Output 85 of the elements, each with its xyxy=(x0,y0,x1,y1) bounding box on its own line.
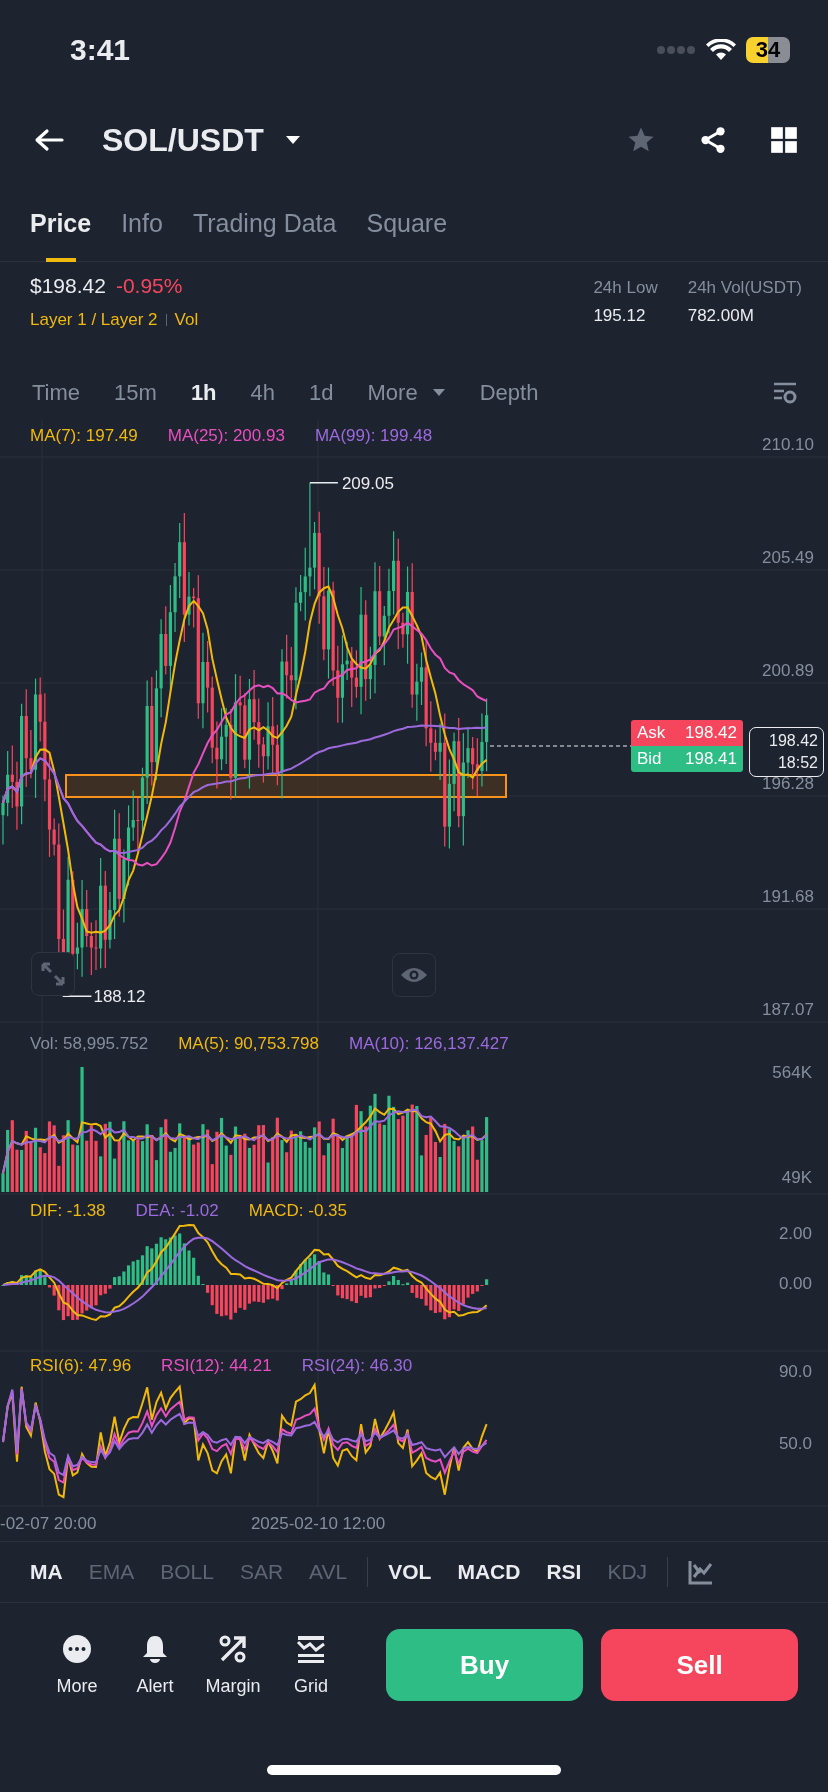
high-price-label: 209.05 xyxy=(341,473,394,493)
expand-button[interactable] xyxy=(31,952,75,996)
category-tag[interactable]: Vol xyxy=(174,310,199,330)
share-icon[interactable] xyxy=(698,125,728,155)
action-button[interactable]: Grid xyxy=(272,1633,351,1697)
percent-arrow-icon xyxy=(218,1633,249,1664)
last-price: $198.42 xyxy=(30,274,106,298)
eye-icon xyxy=(400,965,428,985)
volume-axis-label: 49K xyxy=(781,1168,812,1187)
section-tab[interactable]: Trading Data xyxy=(192,179,337,262)
status-time: 3:41 xyxy=(70,33,131,67)
chart-line-icon[interactable] xyxy=(688,1559,715,1585)
indicator-tab[interactable]: VOL xyxy=(388,1560,432,1584)
current-price-box: 198.42 18:52 xyxy=(749,727,824,777)
action-button[interactable]: More xyxy=(38,1633,116,1697)
indicator-tab[interactable]: BOLL xyxy=(160,1560,214,1584)
legend-label: DEA: -1.02 xyxy=(135,1201,219,1221)
price-axis-label: 196.28 xyxy=(762,774,814,793)
rsi-axis-label: 90.0 xyxy=(778,1362,812,1381)
price-change: -0.95% xyxy=(115,274,183,298)
category-tag[interactable]: Layer 1 / Layer 2 xyxy=(30,310,158,330)
price-axis-label: 210.10 xyxy=(762,435,814,454)
legend-label: MACD: -0.35 xyxy=(248,1201,347,1221)
grid-layout-icon[interactable] xyxy=(770,126,798,154)
rsi-axis-label: 50.0 xyxy=(778,1434,812,1453)
signal-icon xyxy=(656,45,696,55)
section-tab[interactable]: Price xyxy=(30,179,92,262)
interval-tab[interactable]: 1h xyxy=(190,379,217,406)
stat-value: 195.12 xyxy=(593,306,647,326)
caret-icon[interactable] xyxy=(283,134,302,146)
stat-label: 24h Vol(USDT) xyxy=(687,278,802,298)
grid-chart-icon xyxy=(296,1633,327,1664)
chart-settings-icon[interactable] xyxy=(772,380,798,405)
more-dots-icon xyxy=(62,1633,92,1664)
interval-tab[interactable]: 15m xyxy=(114,379,157,406)
low-price-label: 188.12 xyxy=(93,987,146,1007)
indicator-tab[interactable]: SAR xyxy=(239,1560,284,1584)
volume-axis-label: 564K xyxy=(772,1063,812,1082)
legend-label: RSI(6): 47.96 xyxy=(30,1356,132,1376)
section-tab[interactable]: Square xyxy=(366,179,448,262)
legend-label: RSI(24): 46.30 xyxy=(301,1356,413,1376)
macd-axis-label: 2.00 xyxy=(778,1224,812,1243)
legend-label: MA(7): 197.49 xyxy=(30,426,138,446)
back-arrow-icon[interactable] xyxy=(34,128,64,152)
battery-icon: 34 xyxy=(746,37,790,63)
leader-line xyxy=(309,482,339,484)
legend-label: RSI(12): 44.21 xyxy=(161,1356,272,1376)
wifi-icon xyxy=(706,39,736,61)
action-button[interactable]: Margin xyxy=(194,1633,273,1697)
price-axis-label: 200.89 xyxy=(762,661,814,680)
interval-tab[interactable]: 4h xyxy=(250,379,276,406)
action-button[interactable]: Alert xyxy=(116,1633,195,1697)
time-axis-label: 2025-02-10 12:00 xyxy=(250,1514,386,1533)
legend-label: MA(99): 199.48 xyxy=(314,426,433,446)
legend-label: MA(5): 90,753.798 xyxy=(178,1034,319,1054)
indicator-tab[interactable]: AVL xyxy=(309,1560,348,1584)
interval-tab[interactable]: Time xyxy=(32,379,81,406)
visibility-button[interactable] xyxy=(392,953,436,997)
caret-icon xyxy=(431,387,446,398)
legend-label: DIF: -1.38 xyxy=(30,1201,106,1221)
macd-axis-label: 0.00 xyxy=(778,1274,812,1293)
buy-button[interactable]: Buy xyxy=(386,1629,584,1701)
indicator-tab[interactable]: RSI xyxy=(546,1560,582,1584)
interval-tab[interactable]: More xyxy=(367,379,446,406)
interval-tab[interactable]: 1d xyxy=(309,379,334,406)
price-axis-label: 191.68 xyxy=(762,887,814,906)
price-axis-label: 205.49 xyxy=(762,548,814,567)
section-tab[interactable]: Info xyxy=(121,179,163,262)
indicator-tab[interactable]: EMA xyxy=(88,1560,135,1584)
stat-label: 24h Low xyxy=(593,278,658,298)
stat-value: 782.00M xyxy=(687,306,755,326)
time-axis-label: -02-07 20:00 xyxy=(0,1514,97,1533)
legend-label: MA(10): 126,137.427 xyxy=(349,1034,509,1054)
indicator-tab[interactable]: MA xyxy=(30,1560,63,1584)
legend-label: Vol: 58,995.752 xyxy=(30,1034,149,1054)
interval-tab[interactable]: Depth xyxy=(479,379,539,406)
sell-button[interactable]: Sell xyxy=(601,1629,799,1701)
expand-arrows-icon xyxy=(40,961,66,987)
legend-label: MA(25): 200.93 xyxy=(167,426,285,446)
indicator-tab[interactable]: MACD xyxy=(457,1560,521,1584)
price-axis-label: 187.07 xyxy=(762,1000,814,1019)
pair-title[interactable]: SOL/USDT xyxy=(102,121,264,159)
bid-badge: Bid 198.41 xyxy=(631,746,743,772)
ask-badge: Ask 198.42 xyxy=(631,720,743,746)
indicator-tab[interactable]: KDJ xyxy=(607,1560,648,1584)
